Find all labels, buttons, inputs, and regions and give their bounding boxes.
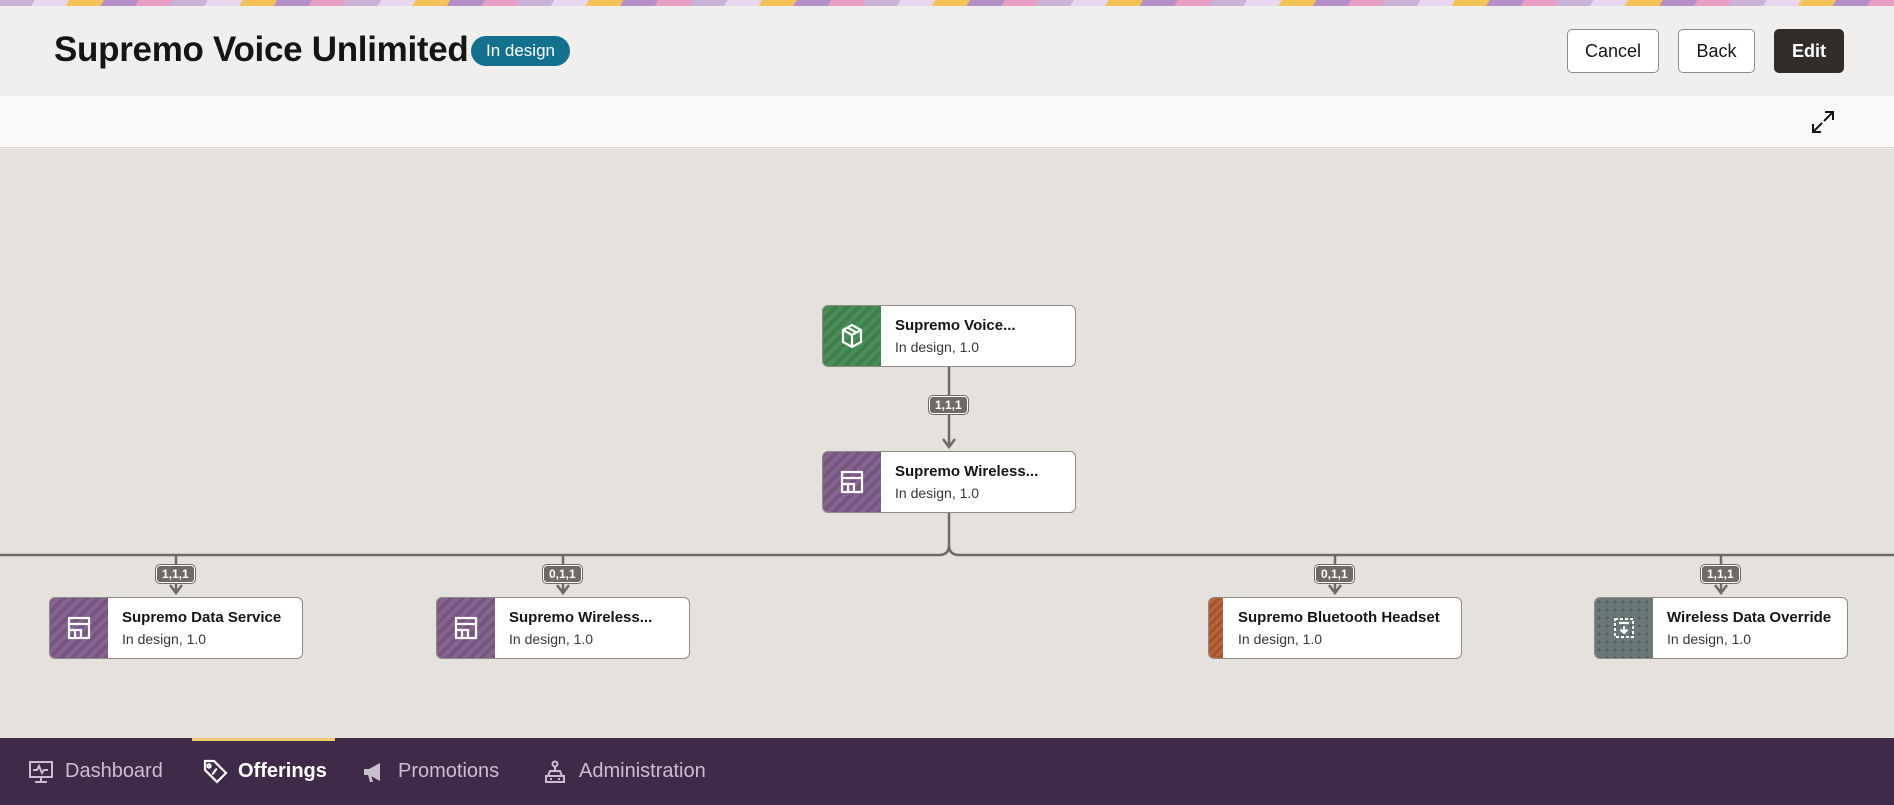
package-icon [823, 306, 881, 366]
active-tab-indicator [192, 738, 335, 741]
page-header: Supremo Voice Unlimited In design Cancel… [0, 6, 1894, 96]
node-status: In design, 1.0 [895, 485, 980, 501]
admin-icon [545, 760, 565, 783]
cardinality-badge: 1,1,1 [156, 565, 195, 583]
cardinality-badge: 0,1,1 [543, 565, 582, 583]
edit-button[interactable]: Edit [1774, 29, 1844, 73]
node-status: In design, 1.0 [895, 339, 980, 355]
node-status: In design, 1.0 [122, 631, 207, 647]
canvas-toolbar [0, 96, 1894, 148]
node-name: Wireless Data Override [1667, 609, 1832, 626]
override-icon [1595, 598, 1653, 658]
nav-label: Dashboard [65, 760, 163, 782]
nav-dashboard[interactable]: Dashboard [27, 738, 163, 805]
node-name: Supremo Bluetooth Headset [1238, 609, 1440, 626]
node-status: In design, 1.0 [509, 631, 594, 647]
cardinality-badge: 1,1,1 [929, 396, 968, 414]
offering-node-root[interactable]: Supremo Voice... In design, 1.0 [822, 305, 1076, 367]
cardinality-badge: 0,1,1 [1315, 565, 1354, 583]
nav-label: Administration [579, 760, 706, 782]
offering-node-leaf[interactable]: Supremo Bluetooth Headset In design, 1.0 [1208, 597, 1462, 659]
node-name: Supremo Voice... [895, 317, 1016, 334]
status-badge: In design [471, 36, 570, 66]
offerings-icon [203, 759, 228, 784]
node-status: In design, 1.0 [1238, 631, 1323, 647]
cardinality-badge: 1,1,1 [1701, 565, 1740, 583]
nav-label: Promotions [398, 760, 500, 782]
back-button[interactable]: Back [1678, 29, 1755, 73]
node-name: Supremo Data Service [122, 609, 282, 626]
page-title: Supremo Voice Unlimited [54, 30, 469, 69]
nav-promotions[interactable]: Promotions [360, 738, 499, 805]
hierarchy-canvas[interactable]: 1,1,1 1,1,1 0,1,1 0,1,1 1,1,1 Supremo Vo… [0, 149, 1894, 738]
dashboard-icon [29, 760, 53, 783]
bottom-navigation: Dashboard Offerings Promotions Administr… [0, 738, 1894, 805]
offering-node-leaf[interactable]: Wireless Data Override In design, 1.0 [1594, 597, 1848, 659]
nav-label: Offerings [238, 760, 327, 782]
megaphone-icon [364, 762, 380, 782]
nav-offerings[interactable]: Offerings [192, 738, 335, 805]
nav-administration[interactable]: Administration [541, 738, 706, 805]
expand-icon[interactable] [1810, 109, 1836, 135]
node-name: Supremo Wireless... [509, 609, 653, 626]
node-status: In design, 1.0 [1667, 631, 1752, 647]
node-name: Supremo Wireless... [895, 463, 1039, 480]
cancel-button[interactable]: Cancel [1567, 29, 1659, 73]
offering-node-leaf[interactable]: Supremo Data Service In design, 1.0 [49, 597, 303, 659]
service-icon [50, 598, 108, 658]
service-icon [437, 598, 495, 658]
device-swatch [1209, 598, 1223, 658]
service-icon [823, 452, 881, 512]
offering-node-child[interactable]: Supremo Wireless... In design, 1.0 [822, 451, 1076, 513]
offering-node-leaf[interactable]: Supremo Wireless... In design, 1.0 [436, 597, 690, 659]
